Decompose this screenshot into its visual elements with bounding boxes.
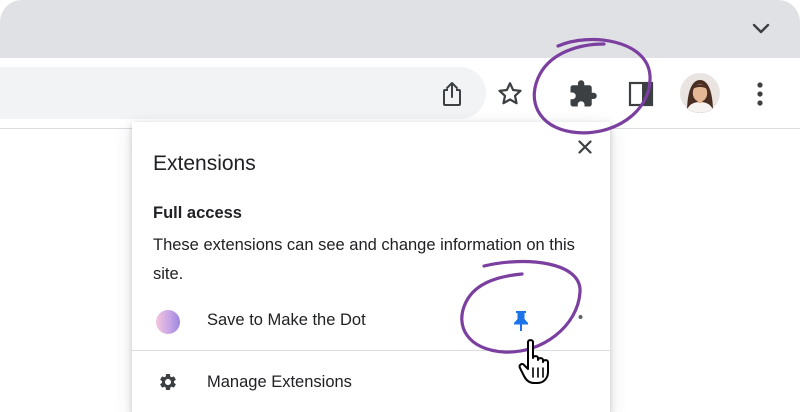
extension-name: Save to Make the Dot xyxy=(207,311,366,329)
kebab-menu-icon xyxy=(578,315,582,319)
address-bar[interactable] xyxy=(0,67,486,119)
tab-search-button[interactable] xyxy=(746,14,776,44)
pin-icon xyxy=(514,311,528,331)
full-access-description: These extensions can see and change info… xyxy=(153,236,575,283)
share-button[interactable] xyxy=(433,75,471,113)
kebab-menu-icon xyxy=(757,82,763,106)
side-panel-button[interactable] xyxy=(622,75,660,113)
star-icon xyxy=(498,82,522,105)
chevron-down-icon xyxy=(752,23,770,34)
close-icon xyxy=(578,140,592,154)
profile-photo xyxy=(680,73,720,113)
extensions-button[interactable] xyxy=(564,75,602,113)
close-button[interactable] xyxy=(574,136,596,158)
chrome-menu-button[interactable] xyxy=(741,75,779,113)
browser-window: Extensions Full access These extensions … xyxy=(0,0,800,412)
pin-button[interactable] xyxy=(506,306,536,336)
profile-avatar[interactable] xyxy=(680,73,720,113)
extension-icon xyxy=(156,310,180,334)
side-panel-icon xyxy=(628,81,654,107)
manage-extensions-label: Manage Extensions xyxy=(207,373,352,391)
share-icon xyxy=(443,82,461,106)
puzzle-icon xyxy=(570,80,597,107)
extension-row[interactable]: Save to Make the Dot xyxy=(132,300,610,340)
full-access-heading: Full access xyxy=(153,204,242,222)
browser-toolbar xyxy=(0,58,800,129)
hand-cursor-icon xyxy=(518,339,549,384)
popup-title: Extensions xyxy=(153,152,256,175)
extension-more-button[interactable] xyxy=(572,310,588,334)
tab-strip xyxy=(0,0,800,58)
bookmark-button[interactable] xyxy=(491,75,529,113)
gear-icon xyxy=(160,374,176,390)
